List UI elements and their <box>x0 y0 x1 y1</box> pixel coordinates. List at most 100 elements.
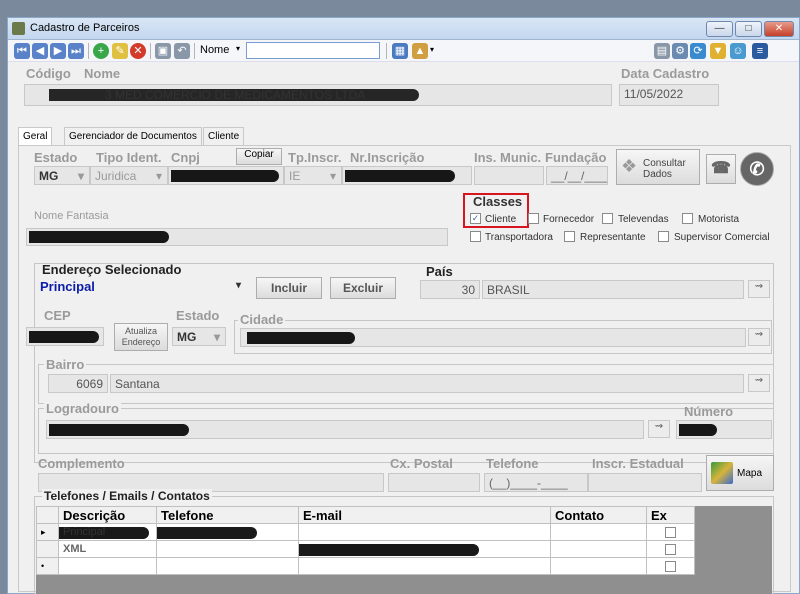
table-row[interactable]: • <box>36 557 695 575</box>
filter-icon[interactable]: ▼ <box>710 43 726 59</box>
pais-name-field[interactable]: BRASIL <box>482 280 744 299</box>
bairro-code-field[interactable]: 6069 <box>48 374 108 393</box>
search-input[interactable] <box>246 42 380 59</box>
fundacao-label: Fundação <box>545 150 607 165</box>
endereco-estado-label: Estado <box>176 308 220 323</box>
copiar-button[interactable]: Copiar <box>236 148 282 165</box>
tp-inscr-label: Tp.Inscr. <box>288 150 342 165</box>
minimize-button[interactable]: — <box>706 21 733 37</box>
tp-inscr-select[interactable]: IE ▾ <box>284 166 342 185</box>
classe-supervisor-checkbox[interactable] <box>658 231 669 242</box>
col-ex[interactable]: Ex <box>646 506 695 524</box>
nome-fantasia-field[interactable] <box>26 228 448 246</box>
numero-label: Número <box>684 404 734 419</box>
next-record-icon[interactable]: ▶ <box>50 43 66 59</box>
tab-cliente[interactable]: Cliente <box>203 127 245 145</box>
logradouro-field[interactable] <box>46 420 644 439</box>
chevron-down-icon[interactable]: ▾ <box>430 45 434 54</box>
cep-field[interactable] <box>26 327 104 346</box>
cx-postal-field[interactable] <box>388 473 480 492</box>
classe-cliente-checkbox[interactable]: ✓ <box>470 213 481 224</box>
chevron-down-icon[interactable]: ▾ <box>236 44 240 53</box>
telefone-field[interactable]: (__)____-____ <box>484 473 588 492</box>
estado-label: Estado <box>34 150 78 165</box>
delete-icon[interactable]: ✕ <box>130 43 146 59</box>
search-field-selector[interactable]: Nome <box>200 44 229 56</box>
classe-representante-checkbox[interactable] <box>564 231 575 242</box>
inscr-estadual-field[interactable] <box>588 473 702 492</box>
cnpj-label: Cnpj <box>171 150 200 165</box>
atualiza-endereco-button[interactable]: Atualiza Endereço <box>114 323 168 351</box>
ins-munic-field[interactable] <box>474 166 544 185</box>
grid-view-icon[interactable]: ▦ <box>392 43 408 59</box>
add-icon[interactable]: + <box>93 43 109 59</box>
tools-icon[interactable]: ⚙ <box>672 43 688 59</box>
chart-icon[interactable]: ▲ <box>412 43 428 59</box>
cidade-field[interactable] <box>240 328 746 347</box>
prev-record-icon[interactable]: ◀ <box>32 43 48 59</box>
save-icon[interactable]: ▣ <box>155 43 171 59</box>
user-icon[interactable]: ☺ <box>730 43 746 59</box>
cx-postal-label: Cx. Postal <box>390 456 453 471</box>
ex-checkbox[interactable] <box>665 526 676 538</box>
endereco-estado-select[interactable]: MG ▾ <box>172 327 226 346</box>
title-bar: Cadastro de Parceiros — □ ✕ <box>8 18 799 40</box>
certificate-icon: ❖ <box>621 156 638 176</box>
contatos-table: Descrição Telefone E-mail Contato Ex ▸ P… <box>36 506 695 575</box>
data-cadastro-field[interactable]: 11/05/2022 <box>619 84 719 106</box>
nome-field[interactable]: 3 MED COMERCIO DE MEDICAMENTOS LTDA <box>24 84 612 106</box>
table-row[interactable]: XML <box>36 540 695 558</box>
pais-code-field[interactable]: 30 <box>420 280 480 299</box>
print-icon[interactable]: ▤ <box>654 43 670 59</box>
col-telefone[interactable]: Telefone <box>156 506 299 524</box>
ex-checkbox[interactable] <box>665 560 676 572</box>
estado-select[interactable]: MG ▾ <box>34 166 90 185</box>
cidade-label: Cidade <box>238 312 286 327</box>
first-record-icon[interactable]: ⏮ <box>14 43 30 59</box>
col-contato[interactable]: Contato <box>550 506 647 524</box>
edit-icon[interactable]: ✎ <box>112 43 128 59</box>
maximize-button[interactable]: □ <box>735 21 762 37</box>
cnpj-field[interactable] <box>168 166 284 185</box>
last-record-icon[interactable]: ⏭ <box>68 43 84 59</box>
fundacao-field[interactable]: __/__/____ <box>546 166 608 185</box>
mapa-button[interactable]: Mapa <box>706 455 774 491</box>
search-icon[interactable]: ⇝ <box>748 280 770 298</box>
menu-icon[interactable]: ≡ <box>752 43 768 59</box>
close-button[interactable]: ✕ <box>764 21 794 37</box>
search-icon[interactable]: ⇝ <box>648 420 670 438</box>
col-email[interactable]: E-mail <box>298 506 551 524</box>
col-descricao[interactable]: Descrição <box>58 506 157 524</box>
classe-motorista-checkbox[interactable] <box>682 213 693 224</box>
tipo-ident-select[interactable]: Juridica ▾ <box>90 166 168 185</box>
numero-field[interactable] <box>676 420 772 439</box>
search-icon[interactable]: ⇝ <box>748 328 770 346</box>
table-row[interactable]: ▸ Principal <box>36 523 695 541</box>
consultar-dados-button[interactable]: ❖ Consultar Dados <box>616 149 700 185</box>
excluir-button[interactable]: Excluir <box>330 277 396 299</box>
search-icon[interactable]: ⇝ <box>748 374 770 392</box>
classe-televendas-checkbox[interactable] <box>602 213 613 224</box>
refresh-icon[interactable]: ⟳ <box>690 43 706 59</box>
telefone-label: Telefone <box>486 456 539 471</box>
classe-fornecedor-checkbox[interactable] <box>528 213 539 224</box>
undo-icon[interactable]: ↶ <box>174 43 190 59</box>
endereco-title: Endereço Selecionado <box>42 262 182 277</box>
phone-call-icon[interactable]: ✆ <box>740 152 774 186</box>
endereco-select[interactable]: Principal ▾ <box>40 279 250 299</box>
nr-inscricao-label: Nr.Inscrição <box>350 150 425 165</box>
nr-inscricao-field[interactable] <box>342 166 472 185</box>
ex-checkbox[interactable] <box>665 543 676 555</box>
map-icon <box>711 462 733 484</box>
incluir-button[interactable]: Incluir <box>256 277 322 299</box>
nome-label: Nome <box>84 66 121 81</box>
inscr-estadual-label: Inscr. Estadual <box>592 456 684 471</box>
tab-geral[interactable]: Geral <box>18 127 53 145</box>
cep-label: CEP <box>44 308 71 323</box>
bairro-name-field[interactable]: Santana <box>110 374 744 393</box>
phone-book-icon[interactable]: ☎ <box>706 154 736 184</box>
classe-transportadora-checkbox[interactable] <box>470 231 481 242</box>
complemento-label: Complemento <box>38 456 125 471</box>
tab-gerenciador-documentos[interactable]: Gerenciador de Documentos <box>64 127 202 145</box>
window-title: Cadastro de Parceiros <box>30 22 140 34</box>
